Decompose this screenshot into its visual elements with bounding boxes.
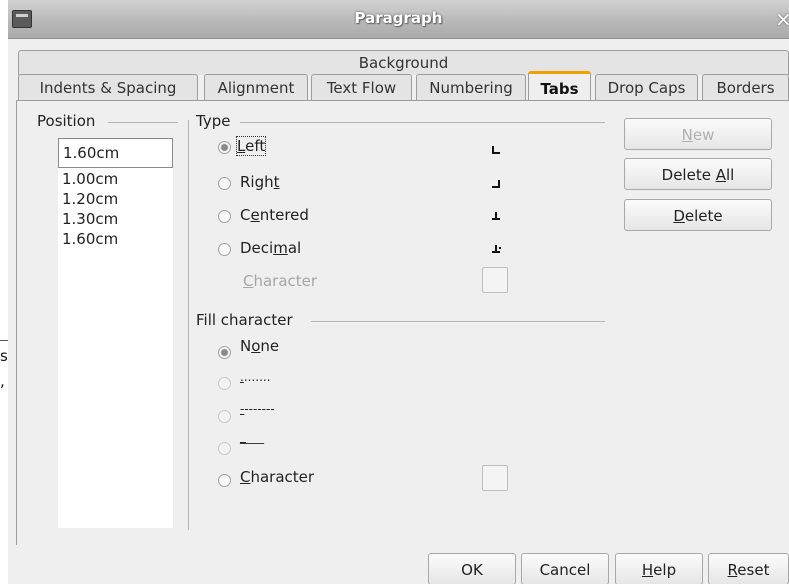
type-right-radio[interactable]	[218, 177, 231, 190]
fill-character-separator	[311, 321, 605, 322]
fill-underscore-label[interactable]: ____	[240, 430, 264, 444]
window-title: Paragraph	[354, 9, 443, 27]
fill-character-label: Fill character	[196, 311, 293, 329]
reset-button[interactable]: Reset	[708, 553, 789, 584]
ok-button[interactable]: OK	[428, 553, 516, 584]
type-left-radio[interactable]	[218, 141, 231, 154]
position-list-item[interactable]: 1.00cm	[62, 170, 118, 188]
cancel-button[interactable]: Cancel	[521, 553, 609, 584]
tab-drop-caps[interactable]: Drop Caps	[595, 74, 698, 100]
tab-tabs[interactable]: Tabs	[528, 71, 591, 101]
type-centered-radio[interactable]	[218, 210, 231, 223]
type-group-label: Type	[196, 112, 231, 130]
fill-dots-radio[interactable]	[218, 377, 231, 390]
type-decimal-label[interactable]: Decimal	[240, 239, 301, 257]
position-list-item[interactable]: 1.30cm	[62, 210, 118, 228]
tab-alignment[interactable]: Alignment	[204, 74, 308, 100]
left-tab-icon	[492, 142, 504, 154]
fill-underscore-radio[interactable]	[218, 442, 231, 455]
type-right-label[interactable]: Right	[240, 173, 280, 191]
background-window-text: s	[0, 347, 8, 365]
type-character-input[interactable]	[482, 267, 508, 293]
type-centered-label[interactable]: Centered	[240, 206, 309, 224]
tab-background[interactable]: Background	[18, 50, 789, 75]
background-window-text: ,	[0, 372, 5, 390]
group-divider	[188, 120, 189, 530]
decimal-tab-icon	[492, 241, 504, 253]
position-list-item[interactable]: 1.60cm	[62, 230, 118, 248]
delete-button[interactable]: Delete	[624, 199, 772, 231]
fill-character-option-label[interactable]: Character	[240, 468, 314, 486]
delete-all-button[interactable]: Delete All	[624, 158, 772, 190]
tab-text-flow[interactable]: Text Flow	[311, 74, 412, 100]
type-left-label[interactable]: Left	[235, 136, 267, 156]
tab-numbering[interactable]: Numbering	[416, 74, 526, 100]
center-tab-icon	[492, 208, 504, 220]
fill-dashes-radio[interactable]	[218, 410, 231, 423]
paragraph-dialog: Paragraph × Background Indents & Spacing…	[8, 0, 789, 584]
tab-indents-spacing[interactable]: Indents & Spacing	[18, 74, 198, 100]
type-group-separator	[240, 122, 605, 123]
position-separator	[108, 122, 178, 123]
right-tab-icon	[492, 176, 504, 188]
fill-dots-label[interactable]: ........	[240, 370, 271, 384]
fill-character-input[interactable]	[482, 465, 508, 491]
background-window	[0, 0, 8, 584]
position-input[interactable]: 1.60cm	[58, 138, 173, 168]
fill-none-radio[interactable]	[218, 346, 231, 359]
type-character-label: Character	[243, 272, 318, 290]
tab-borders[interactable]: Borders	[702, 74, 789, 100]
position-list-item[interactable]: 1.20cm	[62, 190, 118, 208]
fill-none-label[interactable]: None	[240, 337, 279, 355]
position-label: Position	[37, 112, 96, 130]
fill-character-radio[interactable]	[218, 474, 231, 487]
fill-dashes-label[interactable]: --------	[240, 402, 275, 416]
help-button[interactable]: Help	[615, 553, 703, 584]
new-button[interactable]: New	[624, 118, 772, 150]
close-icon[interactable]: ×	[775, 7, 789, 31]
type-decimal-radio[interactable]	[218, 243, 231, 256]
